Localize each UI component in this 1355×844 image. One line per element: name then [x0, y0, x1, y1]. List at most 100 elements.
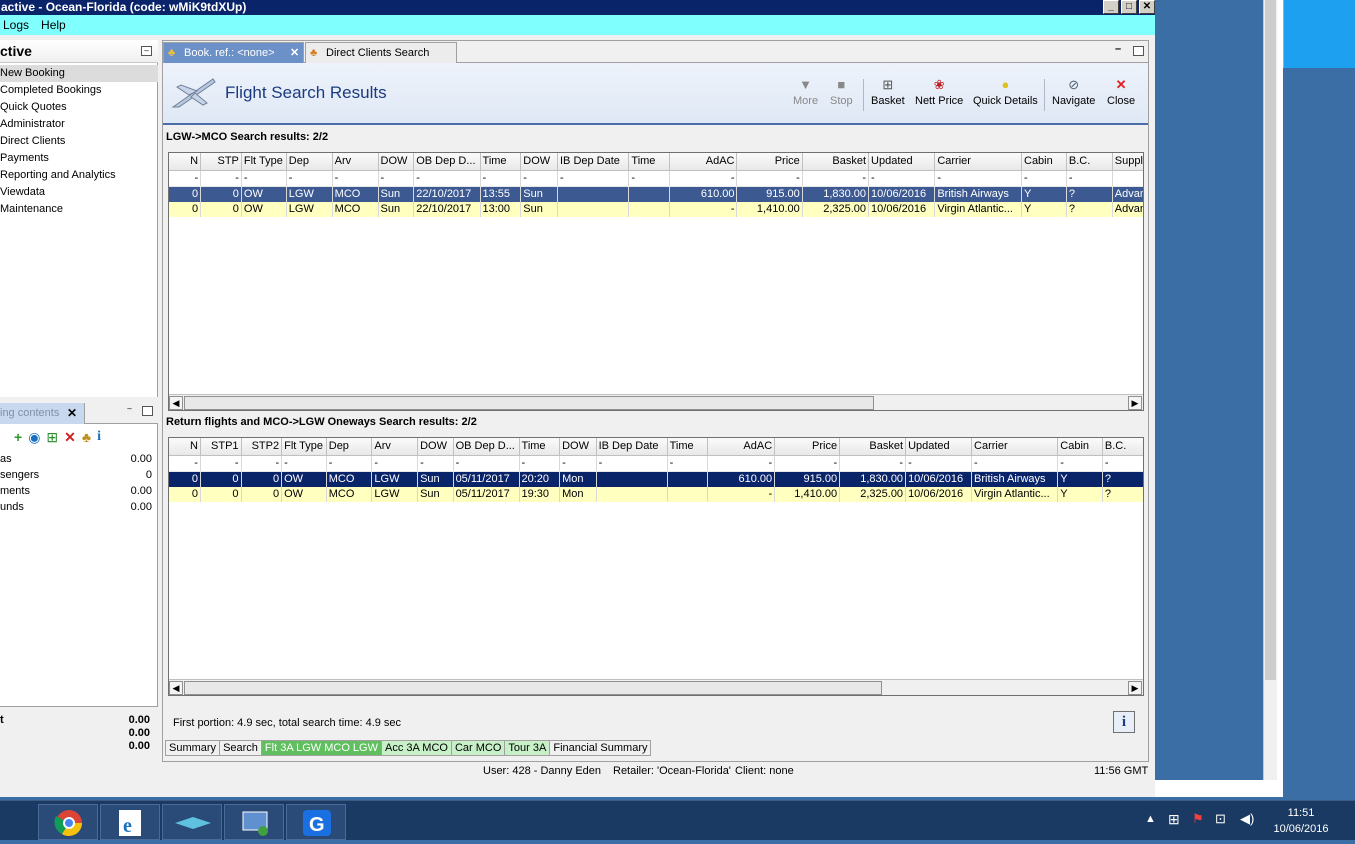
filter-cell[interactable]: - — [378, 170, 415, 187]
flag-icon[interactable]: ⚑ — [1192, 811, 1204, 827]
col-header[interactable]: Dep — [326, 438, 373, 456]
nav-viewdata[interactable]: Viewdata — [0, 184, 158, 201]
navigate-button[interactable]: ⊘ Navigate — [1052, 77, 1095, 107]
filter-cell[interactable]: - — [332, 170, 379, 187]
delete-icon[interactable]: ✕ — [64, 429, 76, 446]
filter-cell[interactable]: - — [707, 455, 776, 472]
taskbar-ie[interactable]: e — [100, 804, 160, 840]
tab-booking[interactable]: ♣ Book. ref.: <none> ✕ — [163, 42, 304, 63]
col-header[interactable]: DOW — [417, 438, 454, 456]
col-header[interactable]: Cabin — [1021, 153, 1067, 171]
scroll-thumb[interactable] — [1265, 0, 1276, 680]
col-header[interactable]: N — [169, 438, 201, 456]
col-header[interactable]: Cabin — [1057, 438, 1103, 456]
tab-financial-summary[interactable]: Financial Summary — [550, 740, 652, 756]
filter-cell[interactable]: - — [413, 170, 481, 187]
nett-price-button[interactable]: ❀ Nett Price — [915, 77, 963, 107]
minimize-view-icon[interactable]: – — [1115, 43, 1121, 55]
minimize-button[interactable]: _ — [1103, 0, 1119, 14]
col-header[interactable]: OB Dep D... — [453, 438, 520, 456]
filter-cell[interactable]: - — [453, 455, 520, 472]
col-header[interactable]: Carrier — [971, 438, 1059, 456]
clock-date[interactable]: 10/06/2016 — [1268, 823, 1334, 835]
col-header[interactable]: STP1 — [200, 438, 242, 456]
vertical-scrollbar[interactable] — [1263, 0, 1277, 780]
col-header[interactable]: Supplier — [1112, 153, 1143, 171]
scroll-left-icon[interactable]: ◀ — [169, 396, 183, 410]
menu-help[interactable]: Help — [41, 18, 66, 32]
col-header[interactable]: Price — [736, 153, 803, 171]
nav-payments[interactable]: Payments — [0, 150, 158, 167]
col-header[interactable]: Dep — [286, 153, 333, 171]
filter-cell[interactable]: - — [1057, 455, 1103, 472]
col-header[interactable]: B.C. — [1102, 438, 1143, 456]
filter-cell[interactable]: - — [802, 170, 870, 187]
maximize-view-icon[interactable] — [1133, 46, 1144, 56]
nav-reporting[interactable]: Reporting and Analytics — [0, 167, 158, 184]
info-icon[interactable]: i — [97, 429, 101, 445]
filter-cell[interactable]: - — [934, 170, 1022, 187]
col-header[interactable]: Time — [480, 153, 522, 171]
filter-cell[interactable]: - — [868, 170, 936, 187]
col-header[interactable]: Basket — [802, 153, 870, 171]
tab-accommodation[interactable]: Acc 3A MCO — [382, 740, 452, 756]
filter-cell[interactable]: - — [669, 170, 738, 187]
filter-cell[interactable]: - — [559, 455, 597, 472]
col-header[interactable]: DOW — [378, 153, 415, 171]
col-header[interactable]: DOW — [520, 153, 558, 171]
basket-icon[interactable]: ⊞ — [46, 429, 58, 446]
maximize-button[interactable]: □ — [1121, 0, 1137, 14]
tab-flight[interactable]: Flt 3A LGW MCO LGW — [261, 740, 382, 756]
table-row[interactable]: 0 0 OW LGW MCO Sun 22/10/2017 13:55 Sun … — [169, 186, 1143, 202]
filter-cell[interactable]: - — [1102, 455, 1143, 472]
col-header[interactable]: IB Dep Date — [596, 438, 668, 456]
scroll-thumb[interactable] — [184, 396, 874, 410]
filter-cell[interactable]: - — [169, 455, 201, 472]
filter-cell[interactable]: - — [1021, 170, 1067, 187]
nav-maintenance[interactable]: Maintenance — [0, 201, 158, 218]
scroll-thumb[interactable] — [184, 681, 882, 695]
col-header[interactable]: STP — [200, 153, 242, 171]
taskbar-app[interactable] — [162, 804, 222, 840]
palm-icon[interactable]: ♣ — [82, 429, 91, 445]
filter-cell[interactable]: - — [519, 455, 561, 472]
col-header[interactable]: AdAC — [707, 438, 776, 456]
col-header[interactable]: Time — [519, 438, 561, 456]
filter-cell[interactable]: - — [736, 170, 803, 187]
info-button[interactable]: i — [1113, 711, 1135, 733]
collapse-nav-button[interactable]: – — [141, 46, 152, 56]
scroll-right-icon[interactable]: ▶ — [1128, 396, 1142, 410]
table-row[interactable]: 0 0 0 OW MCO LGW Sun 05/11/2017 19:30 Mo… — [169, 486, 1143, 502]
filter-cell[interactable]: - — [557, 170, 630, 187]
minimize-panel-icon[interactable]: – — [124, 405, 135, 415]
col-header[interactable]: Price — [774, 438, 841, 456]
taskbar-g-app[interactable]: G — [286, 804, 346, 840]
col-header[interactable]: B.C. — [1066, 153, 1113, 171]
filter-cell[interactable]: - — [1066, 170, 1113, 187]
clock-time[interactable]: 11:51 — [1276, 807, 1326, 819]
col-header[interactable]: IB Dep Date — [557, 153, 630, 171]
nav-new-booking[interactable]: New Booking — [0, 65, 158, 82]
table-row[interactable]: 0 0 OW LGW MCO Sun 22/10/2017 13:00 Sun … — [169, 201, 1143, 217]
maximize-panel-icon[interactable] — [142, 406, 153, 416]
scroll-right-icon[interactable]: ▶ — [1128, 681, 1142, 695]
show-hidden-icon[interactable]: ▲ — [1145, 813, 1156, 825]
filter-cell[interactable]: - — [326, 455, 373, 472]
col-header[interactable]: Updated — [868, 153, 936, 171]
return-hscroll[interactable]: ◀ ▶ — [169, 679, 1143, 695]
table-row[interactable]: 0 0 0 OW MCO LGW Sun 05/11/2017 20:20 Mo… — [169, 471, 1143, 487]
col-header[interactable]: Carrier — [934, 153, 1022, 171]
col-header[interactable]: Flt Type — [281, 438, 327, 456]
filter-cell[interactable]: - — [774, 455, 841, 472]
filter-cell[interactable]: - — [520, 170, 558, 187]
nav-direct-clients[interactable]: Direct Clients — [0, 133, 158, 150]
booking-contents-tab[interactable]: ing contents ✕ — [0, 403, 85, 424]
filter-cell[interactable]: - — [905, 455, 973, 472]
add-icon[interactable]: + — [14, 429, 22, 445]
filter-cell[interactable]: - — [596, 455, 668, 472]
windows-icon[interactable]: ⊞ — [1168, 811, 1180, 828]
outbound-hscroll[interactable]: ◀ ▶ — [169, 394, 1143, 410]
filter-cell[interactable]: - — [839, 455, 907, 472]
refresh-icon[interactable]: ◉ — [28, 429, 40, 446]
col-header[interactable]: STP2 — [241, 438, 283, 456]
